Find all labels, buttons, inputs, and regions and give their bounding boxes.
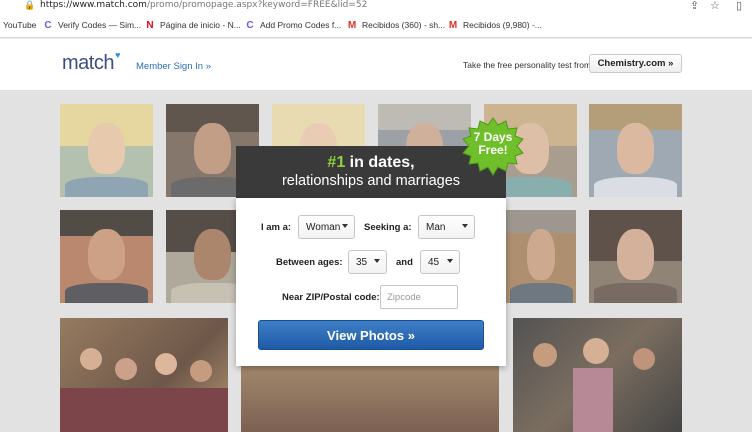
- i-am-label: I am a:: [261, 222, 292, 233]
- bookmark-gmail-1[interactable]: M Recibidos (360) - sh...: [347, 19, 446, 31]
- zip-label: Near ZIP/Postal code:: [282, 292, 380, 303]
- extension-icon[interactable]: ▯: [736, 0, 742, 12]
- group-photo: [241, 362, 499, 432]
- badge-line2: Free!: [478, 143, 508, 157]
- bookmark-label: YouTube: [3, 20, 37, 30]
- bookmark-verify-codes[interactable]: C Verify Codes — Sim...: [43, 19, 142, 31]
- age-min-select[interactable]: 35: [348, 250, 387, 274]
- address-bar[interactable]: 🔒 https://www.match.com/promo/promopage.…: [0, 0, 752, 13]
- bookmarks-bar: YouTube C Verify Codes — Sim... N Página…: [0, 13, 752, 38]
- age-min-value: 35: [356, 256, 368, 268]
- google-icon: C: [246, 19, 254, 31]
- bookmark-netflix[interactable]: N Página de inicio - N...: [145, 19, 241, 31]
- bookmark-gmail-2[interactable]: M Recibidos (9,980) -...: [448, 19, 542, 31]
- member-photo: [60, 104, 153, 197]
- gmail-icon: M: [347, 19, 357, 31]
- zip-input[interactable]: [380, 285, 458, 309]
- lock-icon[interactable]: 🔒: [24, 0, 35, 11]
- gmail-icon: M: [448, 19, 458, 31]
- member-signin-link[interactable]: Member Sign In »: [136, 61, 211, 72]
- site-header: match ♥ Member Sign In » Take the free pe…: [0, 39, 752, 91]
- group-photo: [60, 318, 228, 432]
- chemistry-button[interactable]: Chemistry.com »: [589, 54, 682, 73]
- bookmark-label: Recibidos (9,980) -...: [463, 20, 542, 30]
- netflix-icon: N: [146, 19, 154, 31]
- free-trial-badge: 7 Days Free!: [460, 117, 526, 177]
- heart-icon: ♥: [115, 50, 120, 60]
- gender-value: Woman: [306, 221, 341, 233]
- seeking-value: Man: [426, 221, 446, 233]
- bookmark-label: Verify Codes — Sim...: [58, 20, 142, 30]
- bookmark-label: Add Promo Codes f...: [260, 20, 342, 30]
- and-label: and: [396, 257, 413, 268]
- view-photos-button[interactable]: View Photos »: [258, 320, 484, 350]
- bookmark-promo-codes[interactable]: C Add Promo Codes f...: [245, 19, 342, 31]
- chevron-down-icon: [447, 259, 453, 263]
- url-text[interactable]: https://www.match.com/promo/promopage.as…: [40, 0, 367, 10]
- star-icon[interactable]: ☆: [710, 0, 720, 12]
- gender-select[interactable]: Woman: [298, 215, 355, 239]
- seeking-select[interactable]: Man: [418, 215, 475, 239]
- chevron-down-icon: [462, 224, 468, 228]
- chevron-down-icon: [342, 224, 348, 228]
- google-icon: C: [44, 19, 52, 31]
- age-max-select[interactable]: 45: [420, 250, 460, 274]
- bookmark-label: Página de inicio - N...: [160, 20, 241, 30]
- chevron-down-icon: [374, 259, 380, 263]
- share-icon[interactable]: ⇪: [690, 0, 699, 12]
- member-photo: [60, 210, 153, 303]
- seeking-label: Seeking a:: [364, 222, 412, 233]
- match-logo[interactable]: match ♥: [62, 50, 120, 75]
- member-photo: [589, 210, 682, 303]
- group-photo: [513, 318, 682, 432]
- ages-label: Between ages:: [276, 257, 343, 268]
- bookmark-youtube[interactable]: YouTube: [3, 20, 36, 30]
- bookmark-label: Recibidos (360) - sh...: [362, 20, 446, 30]
- age-max-value: 45: [428, 256, 440, 268]
- member-photo: [589, 104, 682, 197]
- personality-test-text: Take the free personality test from: [463, 60, 592, 70]
- member-photo: [506, 210, 576, 303]
